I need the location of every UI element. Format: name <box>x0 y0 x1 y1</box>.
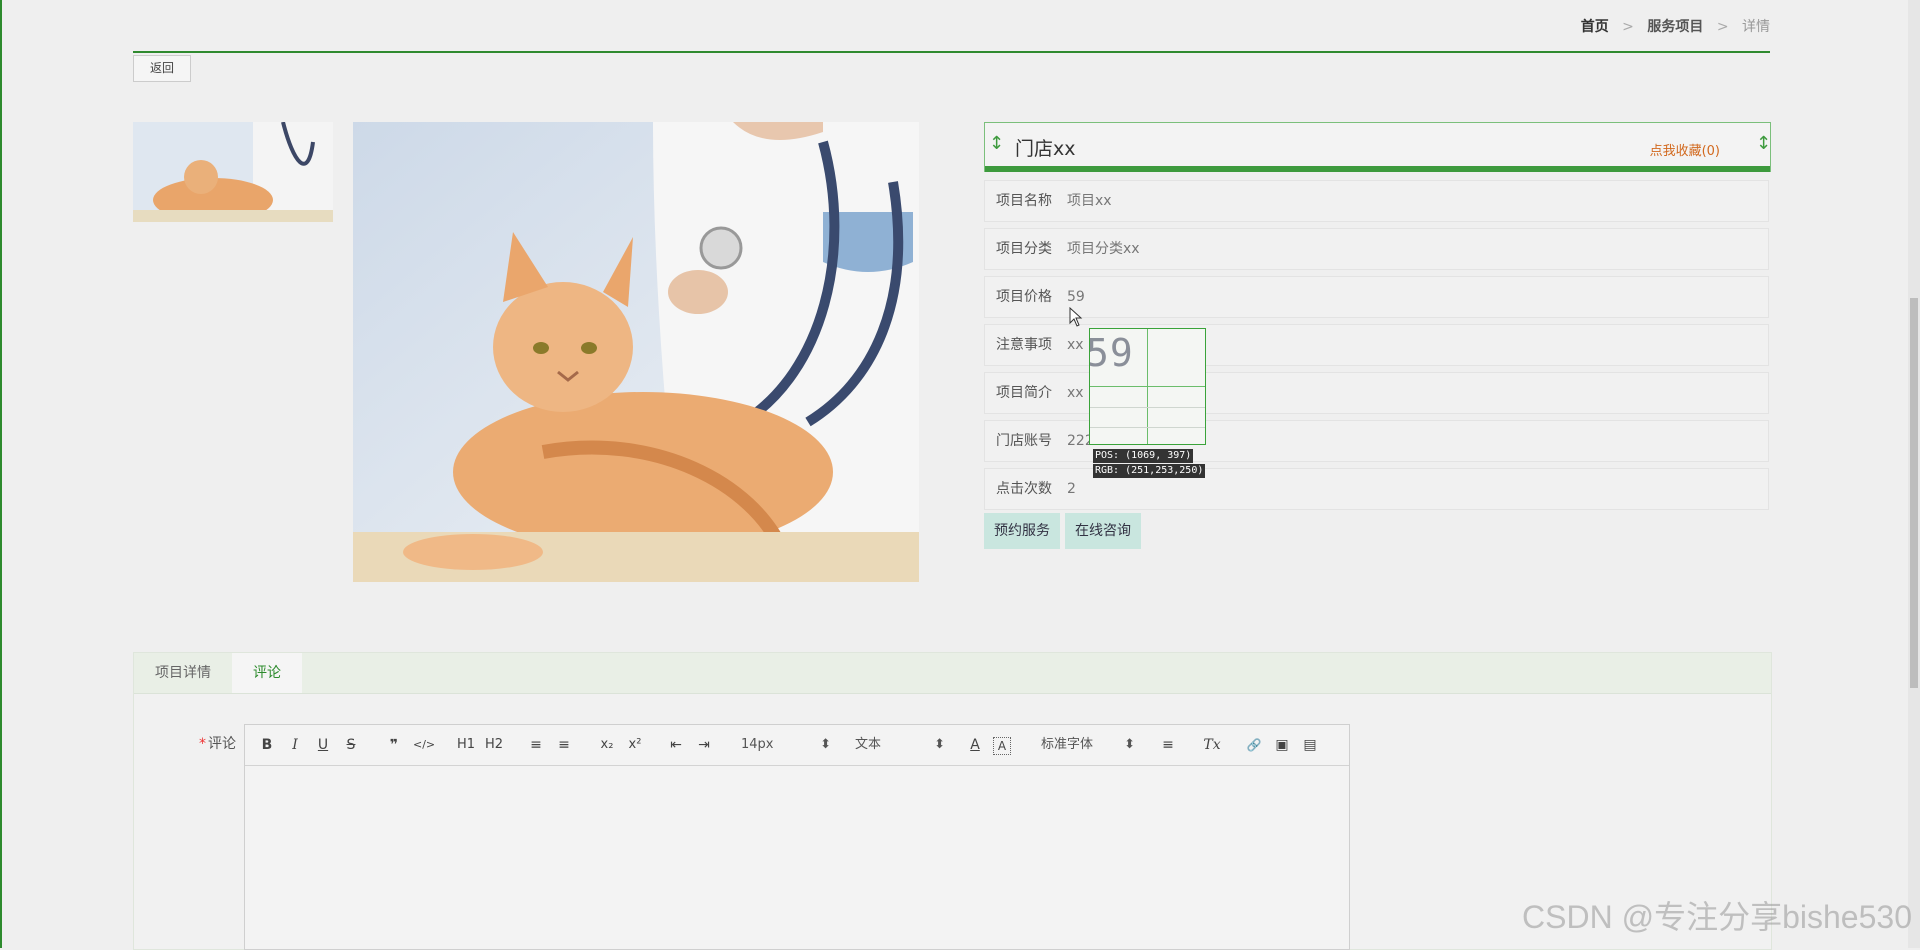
clear-format-icon[interactable]: Tx <box>1203 735 1221 755</box>
link-icon[interactable]: 🔗 <box>1245 735 1263 755</box>
blockquote-icon[interactable]: ❞ <box>385 735 403 755</box>
text-color-icon[interactable]: A <box>967 735 983 755</box>
favorite-button[interactable]: 点我收藏(0) <box>1650 140 1720 159</box>
shop-name: 门店xx <box>1015 138 1076 160</box>
detail-label: 门店账号 <box>996 433 1052 449</box>
detail-value: 项目xx <box>1067 193 1112 209</box>
chevron-updown-icon: ⬍ <box>820 737 831 752</box>
subscript-icon[interactable]: x₂ <box>597 735 617 755</box>
comment-label-text: 评论 <box>208 736 236 752</box>
italic-icon[interactable]: I <box>287 735 303 755</box>
chevron-updown-icon: ⬍ <box>934 737 945 752</box>
detail-value: xx <box>1067 337 1084 353</box>
detail-label: 项目分类 <box>996 241 1052 257</box>
font-size-value: 14px <box>741 737 774 752</box>
superscript-icon[interactable]: x² <box>625 735 645 755</box>
comment-label: * 评论 <box>180 733 236 753</box>
header-select[interactable]: 文本 ⬍ <box>855 735 945 755</box>
breadcrumb-separator: > <box>1716 19 1729 35</box>
cursor-arrow-icon <box>1069 307 1083 327</box>
header-divider <box>133 51 1770 53</box>
font-family-value: 标准字体 <box>1041 737 1094 752</box>
detail-value: 59 <box>1067 289 1085 305</box>
breadcrumb-section[interactable]: 服务项目 <box>1647 19 1703 35</box>
picker-position: POS: (1069, 397) <box>1093 449 1194 463</box>
magnified-text: 59 <box>1089 331 1134 375</box>
tab-comments[interactable]: 评论 <box>232 653 302 693</box>
detail-label: 点击次数 <box>996 481 1052 497</box>
header-value: 文本 <box>855 737 882 752</box>
align-icon[interactable]: ≡ <box>1159 735 1177 755</box>
required-mark: * <box>199 736 206 752</box>
bold-icon[interactable]: B <box>259 735 275 755</box>
detail-label: 项目名称 <box>996 193 1052 209</box>
detail-row: 项目价格 59 <box>984 276 1769 318</box>
detail-value: 项目分类xx <box>1067 241 1140 257</box>
page-scrollbar[interactable] <box>1908 0 1920 948</box>
video-icon[interactable]: ▤ <box>1301 735 1319 755</box>
detail-label: 注意事项 <box>996 337 1052 353</box>
tab-bar: 项目详情 评论 <box>134 653 1771 694</box>
breadcrumb: 首页 > 服务项目 > 详情 <box>1581 16 1770 36</box>
color-picker-magnifier: 59 <box>1089 328 1206 445</box>
ordered-list-icon[interactable]: ≡ <box>527 735 545 755</box>
font-family-select[interactable]: 标准字体 ⬍ <box>1041 735 1135 755</box>
resize-handle-icon: ↕ <box>1756 133 1772 154</box>
image-icon[interactable]: ▣ <box>1273 735 1291 755</box>
editor-toolbar: B I U S ❞ </> H1 H2 ≡ ≡ x₂ x² ⇤ ⇥ 14px ⬍ … <box>245 725 1349 766</box>
book-service-button[interactable]: 预约服务 <box>984 513 1060 549</box>
strike-icon[interactable]: S <box>343 735 359 755</box>
resize-handle-icon: ↕ <box>989 133 1005 154</box>
header2-icon[interactable]: H2 <box>483 735 505 755</box>
detail-row: 项目分类 项目分类xx <box>984 228 1769 270</box>
detail-row: 项目名称 项目xx <box>984 180 1769 222</box>
back-button[interactable]: 返回 <box>133 55 191 82</box>
shop-header: ↕ 门店xx 点我收藏(0) ↕ <box>984 122 1771 172</box>
detail-label: 项目价格 <box>996 289 1052 305</box>
underline-icon[interactable]: U <box>315 735 331 755</box>
grid-line <box>1090 427 1205 428</box>
main-product-image <box>353 122 919 582</box>
thumbnail-image[interactable] <box>133 122 333 222</box>
crosshair-horizontal <box>1090 386 1205 387</box>
code-block-icon[interactable]: </> <box>413 735 435 755</box>
breadcrumb-home[interactable]: 首页 <box>1581 19 1609 35</box>
tab-project-details[interactable]: 项目详情 <box>134 653 232 693</box>
indent-icon[interactable]: ⇥ <box>695 735 713 755</box>
detail-value: 2 <box>1067 481 1076 497</box>
watermark: CSDN @专注分享bishe530 <box>1522 899 1912 935</box>
background-color-icon[interactable]: A <box>993 737 1011 755</box>
header-accent-bar <box>985 166 1770 172</box>
breadcrumb-current: 详情 <box>1742 19 1770 35</box>
outdent-icon[interactable]: ⇤ <box>667 735 685 755</box>
bullet-list-icon[interactable]: ≡ <box>555 735 573 755</box>
online-consult-button[interactable]: 在线咨询 <box>1065 513 1141 549</box>
comment-editor: B I U S ❞ </> H1 H2 ≡ ≡ x₂ x² ⇤ ⇥ 14px ⬍ … <box>244 724 1350 950</box>
editor-text-area[interactable] <box>245 766 1349 949</box>
scrollbar-thumb[interactable] <box>1910 298 1918 688</box>
grid-line <box>1090 407 1205 408</box>
window-edge <box>0 0 2 948</box>
detail-label: 项目简介 <box>996 385 1052 401</box>
breadcrumb-separator: > <box>1622 19 1634 35</box>
picker-rgb: RGB: (251,253,250) <box>1093 464 1206 478</box>
detail-value: xx <box>1067 385 1084 401</box>
header1-icon[interactable]: H1 <box>455 735 477 755</box>
chevron-updown-icon: ⬍ <box>1124 737 1135 752</box>
font-size-select[interactable]: 14px ⬍ <box>741 735 831 755</box>
